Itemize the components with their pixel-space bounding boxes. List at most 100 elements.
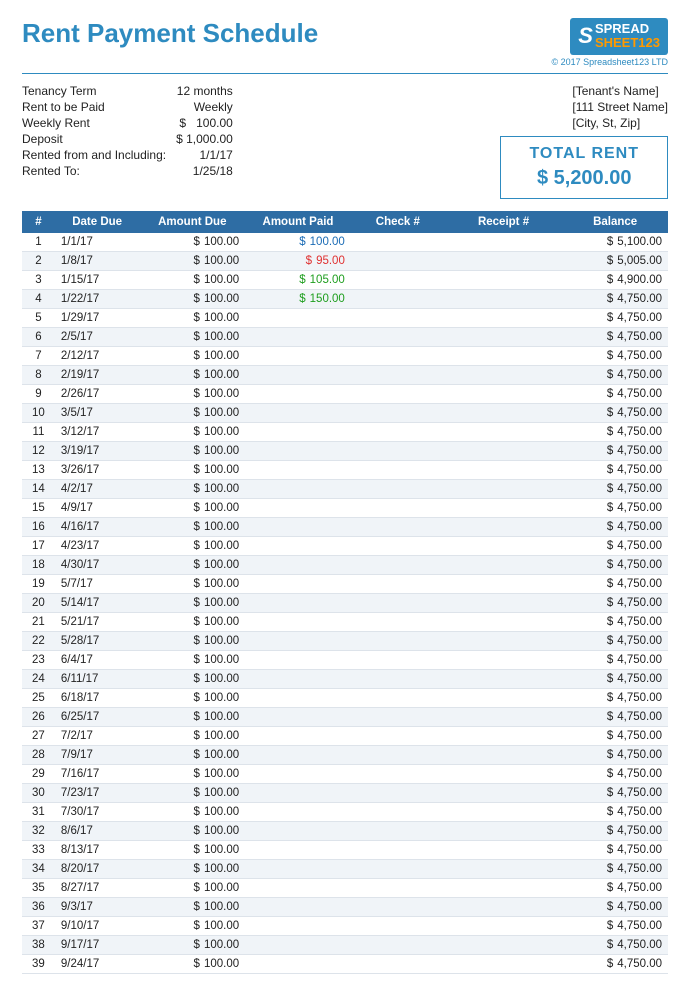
row-check [351, 422, 445, 441]
row-check [351, 479, 445, 498]
total-rent-value: $ 5,200.00 [529, 167, 639, 190]
logo-copyright: © 2017 Spreadsheet123 LTD [551, 57, 668, 67]
row-amount-due: $100.00 [139, 327, 245, 346]
row-amount-due: $100.00 [139, 783, 245, 802]
row-balance: $4,750.00 [562, 821, 668, 840]
logo: S SPREADSHEET123 [570, 18, 668, 55]
table-row: 389/17/17$100.00$4,750.00 [22, 935, 668, 954]
row-amount-due: $100.00 [139, 251, 245, 270]
row-receipt [445, 954, 562, 973]
row-date: 6/4/17 [55, 650, 140, 669]
row-amount-paid [245, 821, 351, 840]
col-header-num: # [22, 211, 55, 233]
deposit-label: Deposit [22, 132, 166, 146]
row-balance: $4,750.00 [562, 384, 668, 403]
row-amount-due: $100.00 [139, 802, 245, 821]
row-balance: $4,750.00 [562, 289, 668, 308]
table-row: 184/30/17$100.00$4,750.00 [22, 555, 668, 574]
table-row: 266/25/17$100.00$4,750.00 [22, 707, 668, 726]
row-balance: $4,750.00 [562, 327, 668, 346]
row-amount-paid [245, 650, 351, 669]
row-receipt [445, 555, 562, 574]
row-date: 4/23/17 [55, 536, 140, 555]
row-num: 22 [22, 631, 55, 650]
row-num: 36 [22, 897, 55, 916]
row-balance: $4,750.00 [562, 441, 668, 460]
row-amount-due: $100.00 [139, 308, 245, 327]
row-date: 1/29/17 [55, 308, 140, 327]
rent-paid-value: Weekly [176, 100, 233, 114]
row-check [351, 897, 445, 916]
row-num: 11 [22, 422, 55, 441]
row-receipt [445, 498, 562, 517]
table-row: 348/20/17$100.00$4,750.00 [22, 859, 668, 878]
row-amount-due: $100.00 [139, 365, 245, 384]
row-date: 2/26/17 [55, 384, 140, 403]
row-num: 17 [22, 536, 55, 555]
row-check [351, 384, 445, 403]
deposit-value: $ 1,000.00 [176, 132, 233, 146]
tenancy-term-label: Tenancy Term [22, 84, 166, 98]
info-left: Tenancy Term Rent to be Paid Weekly Rent… [22, 84, 233, 199]
row-amount-due: $100.00 [139, 840, 245, 859]
row-num: 29 [22, 764, 55, 783]
row-amount-due: $100.00 [139, 688, 245, 707]
row-receipt [445, 365, 562, 384]
row-amount-paid [245, 460, 351, 479]
row-balance: $4,750.00 [562, 479, 668, 498]
row-balance: $4,750.00 [562, 517, 668, 536]
row-balance: $4,750.00 [562, 308, 668, 327]
row-num: 13 [22, 460, 55, 479]
row-balance: $4,750.00 [562, 783, 668, 802]
row-receipt [445, 346, 562, 365]
row-amount-paid [245, 631, 351, 650]
row-check [351, 669, 445, 688]
row-num: 16 [22, 517, 55, 536]
row-date: 9/17/17 [55, 935, 140, 954]
row-check [351, 745, 445, 764]
row-check [351, 517, 445, 536]
row-amount-paid [245, 764, 351, 783]
row-check [351, 498, 445, 517]
row-receipt [445, 726, 562, 745]
row-amount-paid [245, 783, 351, 802]
row-num: 19 [22, 574, 55, 593]
row-amount-due: $100.00 [139, 631, 245, 650]
row-check [351, 233, 445, 252]
rented-from-value: 1/1/17 [176, 148, 233, 162]
row-balance: $4,750.00 [562, 574, 668, 593]
row-date: 6/18/17 [55, 688, 140, 707]
row-balance: $4,750.00 [562, 745, 668, 764]
row-balance: $4,750.00 [562, 631, 668, 650]
row-amount-due: $100.00 [139, 593, 245, 612]
row-balance: $4,750.00 [562, 669, 668, 688]
row-amount-due: $100.00 [139, 878, 245, 897]
row-check [351, 555, 445, 574]
row-receipt [445, 384, 562, 403]
row-num: 35 [22, 878, 55, 897]
row-balance: $4,750.00 [562, 840, 668, 859]
row-num: 6 [22, 327, 55, 346]
row-amount-paid [245, 422, 351, 441]
row-balance: $4,750.00 [562, 555, 668, 574]
info-right: [Tenant's Name] [111 Street Name] [City,… [500, 84, 668, 199]
table-row: 246/11/17$100.00$4,750.00 [22, 669, 668, 688]
row-amount-paid [245, 479, 351, 498]
row-amount-due: $100.00 [139, 422, 245, 441]
row-amount-due: $100.00 [139, 233, 245, 252]
row-num: 9 [22, 384, 55, 403]
table-row: 92/26/17$100.00$4,750.00 [22, 384, 668, 403]
row-balance: $4,750.00 [562, 897, 668, 916]
row-receipt [445, 233, 562, 252]
row-check [351, 612, 445, 631]
row-amount-paid [245, 916, 351, 935]
table-row: 399/24/17$100.00$4,750.00 [22, 954, 668, 973]
row-amount-paid [245, 707, 351, 726]
row-date: 8/6/17 [55, 821, 140, 840]
row-amount-due: $100.00 [139, 745, 245, 764]
row-amount-paid [245, 612, 351, 631]
row-amount-due: $100.00 [139, 935, 245, 954]
rented-to-value: 1/25/18 [176, 164, 233, 178]
row-receipt [445, 745, 562, 764]
row-amount-paid [245, 327, 351, 346]
